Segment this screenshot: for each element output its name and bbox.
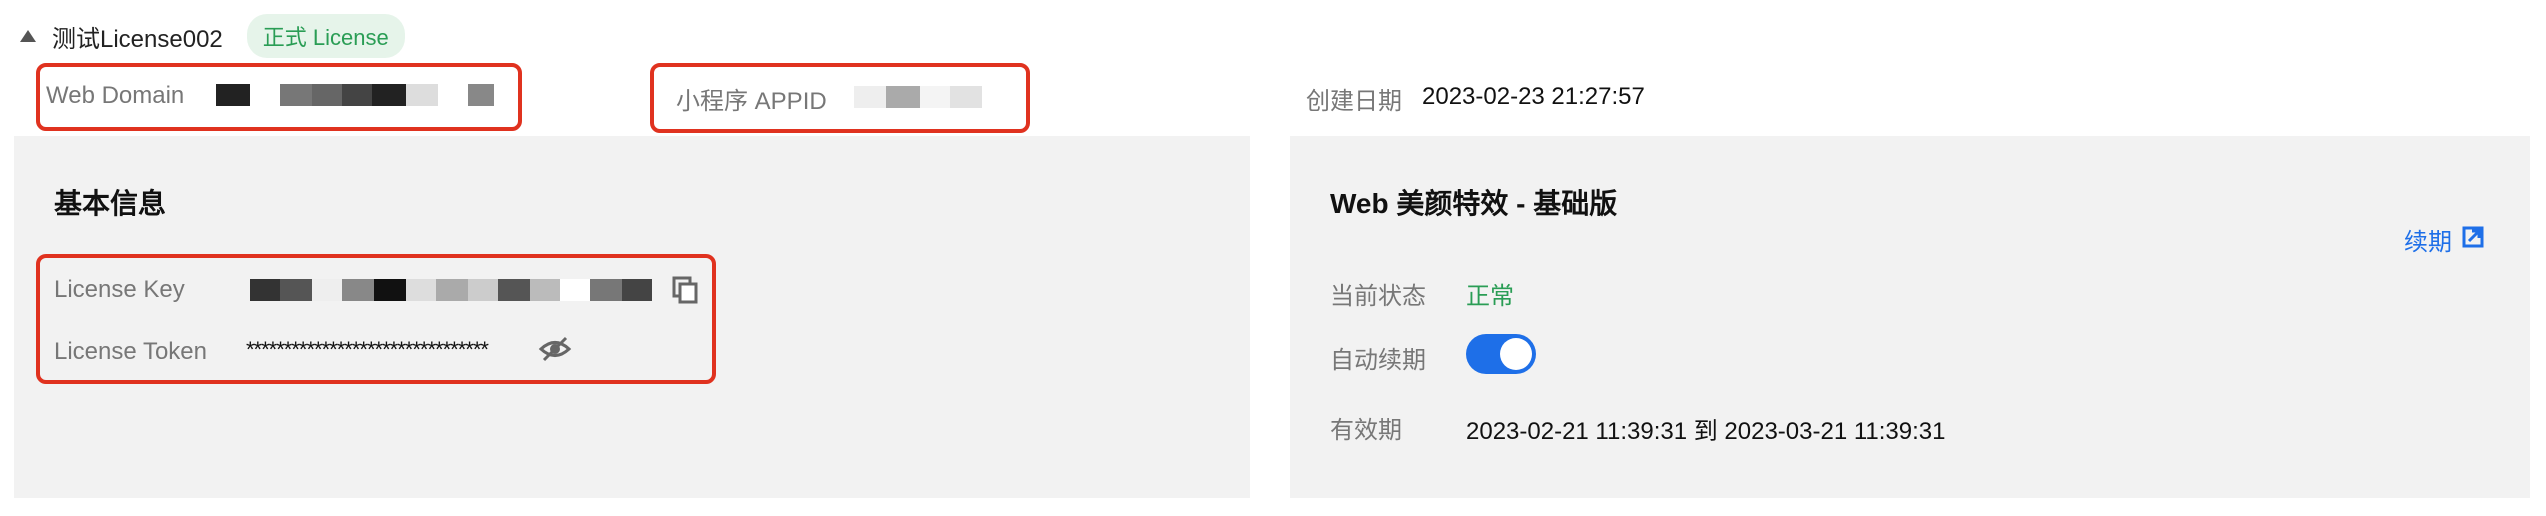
copy-icon[interactable]	[672, 276, 698, 304]
web-domain-label: Web Domain	[46, 82, 185, 109]
license-token-label: License Token	[54, 338, 207, 365]
status-label: 当前状态	[1330, 283, 1426, 310]
license-key-value-masked	[250, 279, 652, 301]
auto-renew-toggle[interactable]	[1466, 334, 1536, 374]
created-date-value: 2023-02-23 21:27:57	[1422, 83, 1645, 110]
appid-value-masked	[854, 86, 982, 108]
license-type-badge: 正式 License	[246, 14, 405, 58]
auto-renew-label: 自动续期	[1330, 347, 1426, 374]
renew-link[interactable]: 续期	[2404, 222, 2484, 257]
toggle-knob	[1500, 338, 1532, 370]
collapse-arrow-icon[interactable]	[20, 30, 36, 42]
status-value: 正常	[1466, 283, 1514, 310]
external-link-icon	[2462, 226, 2484, 253]
basic-info-title: 基本信息	[54, 188, 167, 219]
validity-label: 有效期	[1330, 417, 1402, 444]
license-token-value: ********************************	[246, 337, 489, 362]
license-name: 测试License002	[52, 25, 223, 53]
appid-label: 小程序 APPID	[676, 88, 827, 115]
license-header: 测试License002 正式 License	[20, 14, 405, 58]
created-date-label: 创建日期	[1306, 88, 1402, 115]
license-key-label: License Key	[54, 276, 185, 303]
product-title: Web 美颜特效 - 基础版	[1330, 188, 1618, 219]
web-domain-value-masked	[216, 84, 494, 106]
renew-label: 续期	[2404, 229, 2452, 256]
eye-off-icon[interactable]	[538, 336, 572, 362]
validity-value: 2023-02-21 11:39:31 到 2023-03-21 11:39:3…	[1466, 418, 1946, 445]
